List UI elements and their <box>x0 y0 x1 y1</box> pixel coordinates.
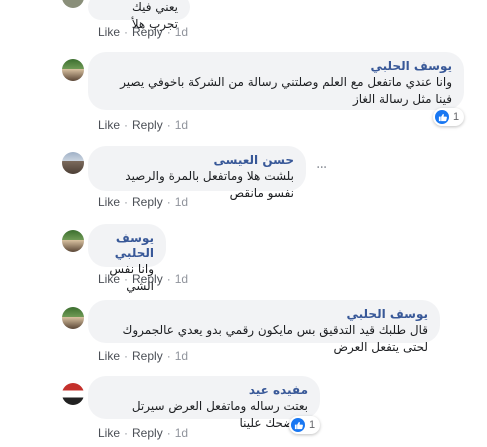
like-link[interactable]: Like <box>98 118 120 132</box>
reply-link[interactable]: Reply <box>132 349 163 363</box>
like-link[interactable]: Like <box>98 195 120 209</box>
avatar[interactable] <box>62 230 84 252</box>
comment-actions: Like · Reply · 1d <box>98 272 188 286</box>
separator: · <box>166 195 171 209</box>
comment-bubble: يعني فيك تجرب هلأ <box>88 0 190 31</box>
timestamp[interactable]: 1d <box>175 25 188 39</box>
separator: · <box>166 349 171 363</box>
like-reaction-icon <box>435 110 449 124</box>
like-link[interactable]: Like <box>98 349 120 363</box>
comment-bubble: حسن العيسى بلشت هلا وماتفعل بالمرة والرص… <box>88 146 306 200</box>
comment-bubble: مفيده عيد بعتت رساله وماتفعل العرض سيرتل… <box>88 376 320 430</box>
comment-bubble: يوسف الحلبي قال طلبك قيد التدقيق بس مايك… <box>88 300 440 354</box>
comment-author[interactable]: مفيده عيد <box>100 383 308 398</box>
like-link[interactable]: Like <box>98 426 120 440</box>
comment-bubble: يوسف الحلبي وانا نفس الشي <box>88 224 166 293</box>
comment-bubble: يوسف الحلبي وانا عندي ماتفعل مع العلم وص… <box>88 52 464 110</box>
reply-link[interactable]: Reply <box>132 272 163 286</box>
timestamp[interactable]: 1d <box>175 195 188 209</box>
like-link[interactable]: Like <box>98 272 120 286</box>
avatar[interactable] <box>62 152 84 174</box>
timestamp[interactable]: 1d <box>175 118 188 132</box>
comment-author[interactable]: يوسف الحلبي <box>100 231 154 261</box>
comment-author[interactable]: يوسف الحلبي <box>100 307 428 322</box>
comment-text: وانا عندي ماتفعل مع العلم وصلتني رسالة م… <box>120 75 452 106</box>
timestamp[interactable]: 1d <box>175 349 188 363</box>
separator: · <box>124 349 129 363</box>
comment-actions: Like · Reply · 1d <box>98 195 188 209</box>
comment-actions: Like · Reply · 1d <box>98 25 188 39</box>
separator: · <box>166 272 171 286</box>
reaction-badge[interactable]: 1 <box>289 416 321 434</box>
separator: · <box>166 118 171 132</box>
timestamp[interactable]: 1d <box>175 426 188 440</box>
avatar[interactable] <box>62 307 84 329</box>
comment-actions: Like · Reply · 1d <box>98 349 188 363</box>
reply-link[interactable]: Reply <box>132 25 163 39</box>
comment-actions: Like · Reply · 1d <box>98 118 188 132</box>
reply-link[interactable]: Reply <box>132 426 163 440</box>
comment-author[interactable]: يوسف الحلبي <box>100 59 452 74</box>
separator: · <box>124 25 129 39</box>
like-link[interactable]: Like <box>98 25 120 39</box>
avatar[interactable] <box>62 0 84 8</box>
like-reaction-icon <box>291 418 305 432</box>
separator: · <box>124 272 129 286</box>
separator: · <box>124 195 129 209</box>
reaction-count: 1 <box>309 419 316 431</box>
reply-link[interactable]: Reply <box>132 195 163 209</box>
comment-actions: Like · Reply · 1d <box>98 426 188 440</box>
separator: · <box>166 426 171 440</box>
separator: · <box>166 25 171 39</box>
separator: · <box>124 426 129 440</box>
avatar[interactable] <box>62 383 84 405</box>
timestamp[interactable]: 1d <box>175 272 188 286</box>
avatar[interactable] <box>62 59 84 81</box>
more-options-icon[interactable]: ··· <box>316 160 327 176</box>
reaction-count: 1 <box>453 111 460 123</box>
reaction-badge[interactable]: 1 <box>433 108 465 126</box>
comment-author[interactable]: حسن العيسى <box>100 153 294 168</box>
reply-link[interactable]: Reply <box>132 118 163 132</box>
separator: · <box>124 118 129 132</box>
